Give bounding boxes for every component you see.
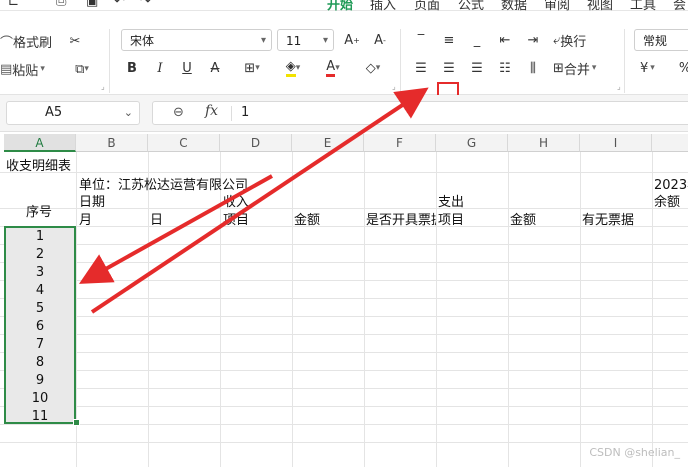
annotation-arrows (79, 87, 429, 314)
arrow-to-align-center (90, 87, 429, 314)
arrow-to-selection (79, 174, 273, 284)
